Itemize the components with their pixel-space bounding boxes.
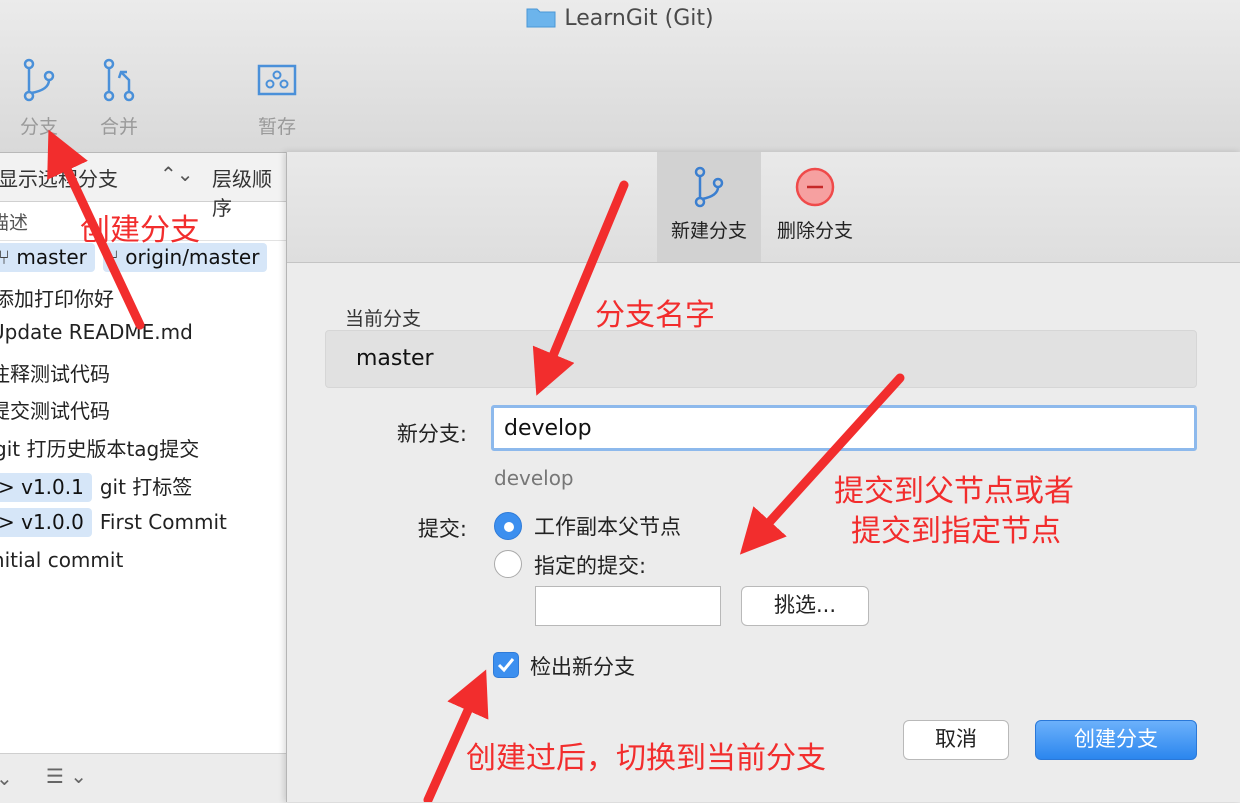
new-branch-label: 新分支: (396, 422, 467, 446)
current-branch-label: 当前分支 (345, 308, 422, 330)
tab-new-branch-label: 新建分支 (670, 220, 747, 242)
commit-label: 提交: (417, 517, 467, 541)
table-row[interactable]: > v1.0.0 First Commit (0, 508, 290, 545)
tab-delete-branch-label: 删除分支 (776, 220, 853, 242)
branch-toolbar-label: 分支 (19, 116, 58, 138)
branch-icon (23, 58, 55, 102)
stash-icon (257, 64, 297, 96)
create-branch-button[interactable]: 创建分支 (1035, 720, 1197, 760)
new-branch-name-input[interactable] (491, 405, 1197, 451)
table-row[interactable]: git 打历史版本tag提交 (0, 433, 284, 470)
sort-order-chevron-icon[interactable]: ⌃⌄ (160, 162, 194, 186)
new-branch-dialog: 新建分支 删除分支 当前分支 master 新分支: develop 提交: 工… (286, 152, 1240, 802)
merge-icon (103, 58, 135, 102)
commit-message: 添加打印你好 (0, 287, 114, 311)
tag-label: v1.0.0 (21, 510, 84, 534)
stash-toolbar-button[interactable]: 暂存 (242, 58, 312, 139)
merge-toolbar-button[interactable]: 合并 (84, 58, 154, 139)
history-filter-bar: 显示远程分支 ⌃⌄ 层级顺序 (0, 153, 290, 220)
delete-icon (795, 167, 835, 207)
radio-working-copy-parent[interactable] (494, 512, 522, 540)
branch-toolbar-button[interactable]: 分支 (4, 58, 74, 139)
window-toolbar: LearnGit (Git) 分支 合并 暂存 (0, 0, 1240, 153)
current-branch-field: master (325, 330, 1197, 388)
commit-sha-input[interactable] (535, 586, 721, 626)
commit-message: git 打历史版本tag提交 (0, 437, 200, 461)
tag-icon: > (0, 475, 22, 499)
branch-badge-label: master (16, 245, 87, 269)
annotation-commit-hint-line2: 提交到指定节点 (851, 514, 1061, 549)
radio-working-copy-parent-label: 工作副本父节点 (534, 515, 681, 539)
description-header-label: 描述 (0, 212, 29, 234)
tag-icon: > (0, 510, 22, 534)
commit-message: 注释测试代码 (0, 362, 110, 386)
history-bottom-bar: ⌄ ☰ ⌄ (0, 753, 290, 803)
window-title-text: LearnGit (Git) (564, 6, 714, 31)
checkout-new-branch-label: 检出新分支 (530, 655, 635, 679)
tag-badge: > v1.0.0 (0, 508, 92, 537)
table-row[interactable]: 提交测试代码 (0, 395, 280, 432)
chevron-down-icon[interactable]: ⌄ (0, 766, 13, 790)
annotation-branch-name: 分支名字 (595, 298, 715, 333)
annotation-commit-hint-line1: 提交到父节点或者 (834, 474, 1074, 509)
checkmark-icon (497, 658, 515, 673)
commit-message: git 打标签 (99, 475, 193, 499)
table-row[interactable]: Update README.md (0, 320, 280, 357)
window-title: LearnGit (Git) (0, 6, 1240, 31)
tab-delete-branch[interactable]: 删除分支 (763, 152, 867, 262)
checkout-new-branch-checkbox[interactable] (493, 652, 519, 678)
annotation-after-create: 创建过后，切换到当前分支 (466, 741, 826, 776)
show-remote-branches-toggle[interactable]: 显示远程分支 (0, 163, 118, 192)
annotation-create-branch: 创建分支 (80, 213, 200, 248)
branch-icon: ⑂ (0, 245, 10, 269)
dialog-tab-bar: 新建分支 删除分支 (287, 152, 1240, 263)
table-row[interactable]: 注释测试代码 (0, 358, 280, 395)
commit-message: First Commit (99, 510, 227, 534)
radio-specified-commit[interactable] (494, 550, 522, 578)
tag-label: v1.0.1 (21, 475, 84, 499)
commit-message: Update README.md (0, 320, 193, 344)
commit-message: Initial commit (0, 548, 124, 572)
tab-new-branch[interactable]: 新建分支 (657, 152, 761, 262)
branch-icon (694, 166, 724, 208)
tag-badge: > v1.0.1 (0, 473, 92, 502)
table-row[interactable]: Initial commit (0, 548, 276, 585)
merge-toolbar-label: 合并 (99, 116, 138, 138)
cancel-button[interactable]: 取消 (903, 720, 1009, 760)
stash-toolbar-label: 暂存 (257, 116, 296, 138)
new-branch-preview: develop (494, 466, 574, 490)
list-options-icon[interactable]: ☰ ⌄ (46, 764, 87, 788)
commit-message: 提交测试代码 (0, 399, 110, 423)
folder-icon (526, 8, 556, 28)
radio-specified-commit-label: 指定的提交: (534, 554, 647, 578)
pick-commit-button[interactable]: 挑选... (741, 586, 869, 626)
table-row[interactable]: > v1.0.1 git 打标签 (0, 471, 290, 508)
current-branch-value: master (356, 346, 434, 371)
table-row[interactable]: 添加打印你好 (0, 283, 284, 320)
